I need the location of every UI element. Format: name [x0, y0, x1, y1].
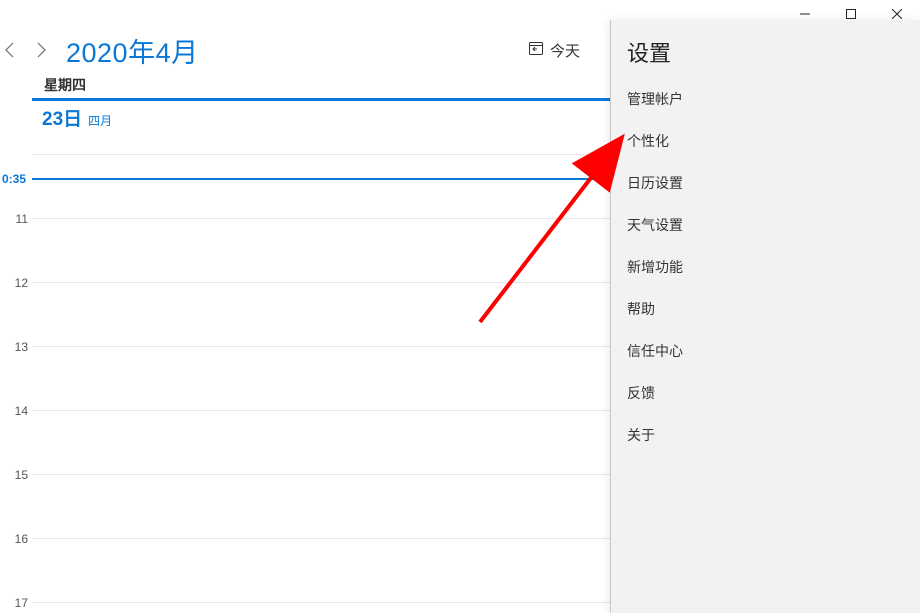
settings-panel: 设置 管理帐户 个性化 日历设置 天气设置 新增功能 帮助 信任中心 反馈 关于 — [610, 20, 920, 613]
hour-label: 15 — [0, 468, 28, 482]
settings-item-about[interactable]: 关于 — [611, 414, 920, 456]
current-time-label: 0:35 — [0, 172, 28, 186]
today-button[interactable]: 今天 — [528, 28, 580, 72]
settings-item-personalization[interactable]: 个性化 — [611, 120, 920, 162]
hour-label: 14 — [0, 404, 28, 418]
settings-item-help[interactable]: 帮助 — [611, 288, 920, 330]
day-number: 23日 — [32, 104, 82, 131]
settings-item-whatsnew[interactable]: 新增功能 — [611, 246, 920, 288]
next-arrow[interactable] — [26, 28, 56, 72]
hour-label: 17 — [0, 596, 28, 610]
prev-arrow[interactable] — [0, 28, 26, 72]
today-label: 今天 — [550, 40, 580, 61]
settings-item-manage-accounts[interactable]: 管理帐户 — [611, 78, 920, 120]
today-icon — [528, 40, 544, 61]
settings-title: 设置 — [611, 20, 920, 78]
month-label: 四月 — [88, 112, 112, 129]
settings-item-feedback[interactable]: 反馈 — [611, 372, 920, 414]
hour-label: 16 — [0, 532, 28, 546]
settings-item-calendar[interactable]: 日历设置 — [611, 162, 920, 204]
hour-label: 11 — [0, 212, 28, 226]
settings-item-trust[interactable]: 信任中心 — [611, 330, 920, 372]
time-gutter: 0:35 11 12 13 14 15 16 17 — [0, 140, 32, 613]
settings-item-weather[interactable]: 天气设置 — [611, 204, 920, 246]
hour-label: 12 — [0, 276, 28, 290]
hour-label: 13 — [0, 340, 28, 354]
month-title[interactable]: 2020年4月 — [66, 31, 199, 70]
